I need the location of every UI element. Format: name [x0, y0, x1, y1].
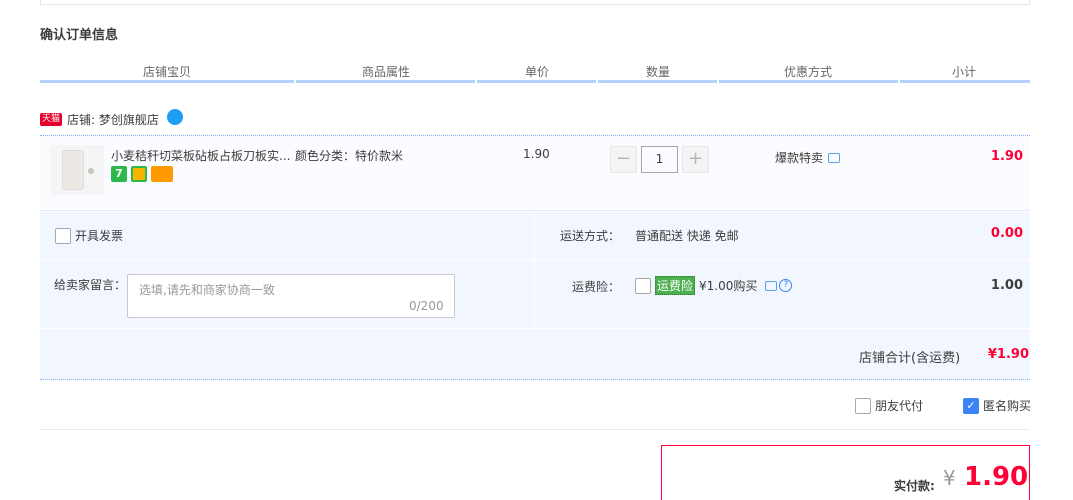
guarantee-icon[interactable] [131, 166, 147, 182]
friend-pay-option[interactable]: 朋友代付 [855, 397, 923, 414]
column-header-quantity: 数量 [646, 65, 671, 79]
product-image-shape [62, 150, 84, 190]
shop-total-label: 店铺合计(含运费) [859, 351, 961, 366]
question-icon[interactable]: ? [779, 279, 793, 292]
friend-pay-checkbox[interactable] [855, 397, 871, 414]
tmall-badge-icon: 天猫 [40, 113, 63, 126]
product-title-link[interactable]: 小麦秸秆切菜板砧板占板刀板实... [111, 147, 290, 164]
anonymous-purchase-label: 匿名购买 [983, 399, 1032, 413]
shop-row: 天猫 店铺: 梦创旗舰店 [40, 108, 183, 128]
payment-label: 实付款: [894, 479, 935, 493]
shop-total-value: ¥1.90 [987, 347, 1029, 362]
invoice-label: 开具发票 [75, 229, 124, 243]
product-image-detail [88, 168, 94, 174]
header-underline [900, 80, 1030, 83]
options-row-divider [40, 260, 1030, 261]
anonymous-purchase-checkbox[interactable]: ✓ [963, 397, 979, 414]
column-header-attributes: 商品属性 [362, 65, 411, 79]
product-attribute: 颜色分类：特价款米 [295, 149, 404, 163]
payment-currency: ¥ [943, 466, 956, 490]
seven-day-return-icon[interactable]: 7 [111, 166, 127, 182]
header-underline [719, 80, 898, 83]
shipping-insurance-price: ¥1.00购买 [699, 279, 758, 293]
options-divider [534, 212, 535, 328]
header-underline [598, 80, 717, 83]
service-icons: 7 [111, 166, 173, 182]
invoice-option[interactable]: 开具发票 [55, 227, 123, 244]
seller-message-counter: 0/200 [409, 299, 444, 313]
quantity-increase-button[interactable]: + [682, 146, 709, 173]
wangwang-chat-icon[interactable] [166, 108, 183, 125]
section-title: 确认订单信息 [40, 28, 119, 43]
payment-amount: 1.90 [964, 462, 1029, 492]
insurance-help-icons: ? [765, 279, 793, 292]
shipping-insurance-checkbox[interactable] [635, 277, 651, 294]
shipping-insurance-tag: 运费险 [655, 276, 696, 295]
shipping-method-label: 运送方式： [560, 229, 621, 243]
chat-bubble-icon[interactable] [828, 152, 841, 163]
header-underline [477, 80, 596, 83]
header-underline [40, 80, 294, 83]
credit-card-icon[interactable] [151, 166, 173, 182]
column-header-subtotal: 小计 [952, 65, 977, 79]
friend-pay-label: 朋友代付 [875, 399, 924, 413]
promotion-label: 爆款特卖 [775, 151, 824, 165]
column-header-discount: 优惠方式 [784, 65, 833, 79]
seller-message-placeholder: 选填,请先和商家协商一致 [139, 283, 275, 297]
shop-name-link[interactable]: 店铺: 梦创旗舰店 [67, 111, 159, 128]
top-panel-border [40, 0, 1030, 5]
invoice-checkbox[interactable] [55, 227, 71, 244]
quantity-stepper: − 1 + [610, 146, 709, 173]
column-header-unit-price: 单价 [525, 65, 550, 79]
header-underline [296, 80, 475, 83]
seller-message-label: 给卖家留言： [54, 278, 127, 292]
shipping-fee: 0.00 [990, 226, 1023, 241]
chat-bubble-icon[interactable] [765, 280, 778, 291]
unit-price: 1.90 [523, 147, 550, 161]
shipping-insurance-fee: 1.00 [990, 278, 1023, 293]
shipping-insurance-option: 运费险 ¥1.00购买 ? [635, 276, 793, 295]
shipping-insurance-label: 运费险： [572, 280, 621, 294]
quantity-input[interactable]: 1 [641, 146, 678, 173]
promotion: 爆款特卖 [775, 149, 841, 166]
section-separator [40, 429, 1030, 430]
quantity-decrease-button[interactable]: − [610, 146, 637, 173]
column-header-shop-item: 店铺宝贝 [143, 65, 192, 79]
shipping-method-value: 普通配送 快递 免邮 [635, 229, 739, 243]
anonymous-purchase-option[interactable]: ✓ 匿名购买 [963, 397, 1031, 414]
item-subtotal: 1.90 [990, 149, 1023, 164]
